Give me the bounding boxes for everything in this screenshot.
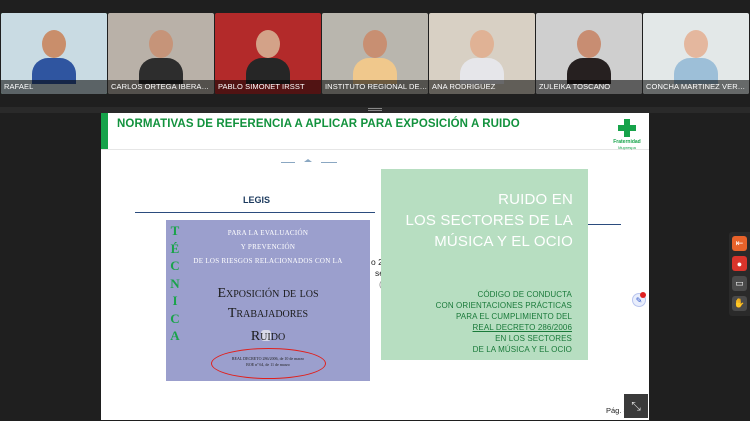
guide-cover-image: TÉCNICA PARA LA EVALUACIÓN Y PREVENCIÓN … <box>166 220 370 381</box>
avatar <box>470 30 494 58</box>
participant-name: ANA RODRIGUEZ <box>429 80 535 94</box>
cover-line: PARA LA EVALUACIÓN <box>227 229 309 237</box>
participant-video <box>32 30 76 84</box>
participant-strip: RAFAELCARLOS ORTEGA IBERACUSTICPABLO SIM… <box>0 13 750 94</box>
participant-tile[interactable]: CARLOS ORTEGA IBERACUSTIC <box>108 13 214 94</box>
drag-handle-icon[interactable] <box>368 108 382 111</box>
cover-line: DE LOS RIESGOS RELACIONADOS CON LA <box>193 257 343 265</box>
avatar <box>256 30 280 58</box>
participant-video <box>674 30 718 84</box>
avatar <box>42 30 66 58</box>
participant-name: CARLOS ORTEGA IBERACUSTIC <box>108 80 214 94</box>
participant-name: ZULEIKA TOSCANO <box>536 80 642 94</box>
cover-line: Y PREVENCIÓN <box>240 243 296 251</box>
participant-tile[interactable]: ANA RODRIGUEZ <box>429 13 535 94</box>
card-subtitle: EN LOS SECTORES <box>495 334 572 343</box>
card-subtitle: REAL DECRETO 286/2006 <box>472 323 572 332</box>
participant-video <box>460 30 504 84</box>
slide-accent-bar <box>101 113 108 149</box>
card-subtitle: CÓDIGO DE CONDUCTA <box>477 290 572 299</box>
raise-hand-icon[interactable]: ✋ <box>732 296 747 311</box>
tecnica-vertical-text: TÉCNICA <box>168 222 182 345</box>
participant-name: INSTITUTO REGIONAL DE SEGURIDAD <box>322 80 428 94</box>
collapse-icon[interactable]: ⤡ <box>624 394 648 418</box>
participant-tile[interactable]: INSTITUTO REGIONAL DE SEGURIDAD <box>322 13 428 94</box>
slide-title: NORMATIVAS DE REFERENCIA A APLICAR PARA … <box>117 118 520 130</box>
heading-underline <box>135 212 375 213</box>
card-subtitle: PARA EL CUMPLIMIENTO DEL <box>455 312 572 321</box>
logo-subtext: Muprespa <box>618 145 636 150</box>
title-divider <box>101 149 649 150</box>
card-subtitle: CON ORIENTACIONES PRÁCTICAS <box>435 301 572 310</box>
code-of-conduct-cover: RUIDO EN LOS SECTORES DE LA MÚSICA Y EL … <box>381 169 588 360</box>
participant-tile[interactable]: PABLO SIMONET IRSST <box>215 13 321 94</box>
cover-title: Trabajadores <box>227 306 309 321</box>
participant-name: PABLO SIMONET IRSST <box>215 80 321 94</box>
notification-dot <box>640 292 646 298</box>
participant-name: RAFAEL <box>1 80 107 94</box>
meeting-window: RAFAELCARLOS ORTEGA IBERACUSTICPABLO SIM… <box>0 0 750 421</box>
shared-slide: NORMATIVAS DE REFERENCIA A APLICAR PARA … <box>101 113 649 420</box>
cover-title: Ruido <box>250 329 286 344</box>
participant-name: CONCHA MARTINEZ VERTISO <box>643 80 749 94</box>
fraternidad-logo: Fraternidad Muprespa <box>611 119 643 153</box>
side-toolbar: ⇤ ● ▭ ✋ <box>729 232 750 316</box>
decorative-chevron-icon <box>304 159 312 162</box>
participant-video <box>139 30 183 84</box>
share-screen-icon[interactable]: ⇤ <box>732 236 747 251</box>
highlight-oval <box>211 348 326 379</box>
avatar <box>149 30 173 58</box>
card-title: LOS SECTORES DE LA <box>405 212 573 229</box>
legislation-heading: LEGIS <box>243 195 271 205</box>
cover-title: Exposición de los <box>217 286 319 301</box>
microphone-icon[interactable]: ● <box>732 256 747 271</box>
avatar <box>577 30 601 58</box>
card-subtitle: DE LA MÚSICA Y EL OCIO <box>472 345 572 354</box>
participant-video <box>353 30 397 84</box>
chat-icon[interactable]: ▭ <box>732 276 747 291</box>
card-title: MÚSICA Y EL OCIO <box>434 233 573 250</box>
participant-tile[interactable]: ZULEIKA TOSCANO <box>536 13 642 94</box>
avatar <box>363 30 387 58</box>
participant-video <box>246 30 290 84</box>
participant-video <box>567 30 611 84</box>
avatar <box>684 30 708 58</box>
card-title: RUIDO EN <box>498 191 573 208</box>
cross-logo-icon <box>618 119 636 137</box>
decorative-dash <box>321 162 337 163</box>
decorative-dash <box>281 162 295 163</box>
participant-tile[interactable]: CONCHA MARTINEZ VERTISO <box>643 13 749 94</box>
participant-tile[interactable]: RAFAEL <box>1 13 107 94</box>
